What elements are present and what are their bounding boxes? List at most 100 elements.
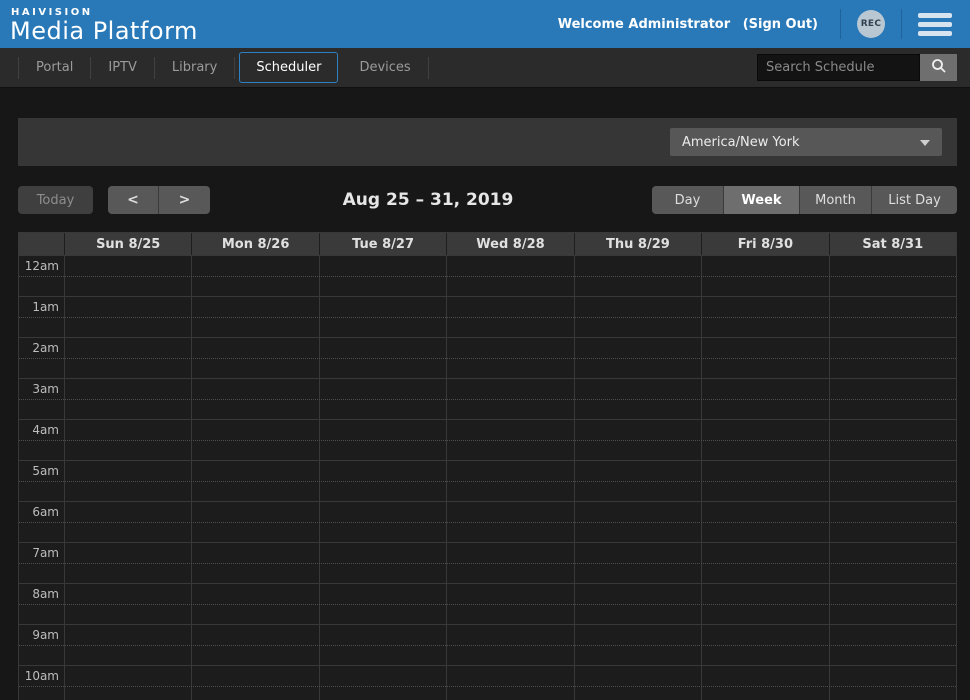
hamburger-menu-icon[interactable] xyxy=(918,13,952,36)
calendar-slot[interactable] xyxy=(319,379,446,419)
calendar-slot[interactable] xyxy=(701,502,828,542)
hour-row: 5am xyxy=(19,460,956,501)
calendar-slot[interactable] xyxy=(64,420,191,460)
calendar-slot[interactable] xyxy=(191,625,318,665)
calendar-slot[interactable] xyxy=(574,584,701,624)
calendar-slot[interactable] xyxy=(829,666,956,700)
calendar-slot[interactable] xyxy=(319,666,446,700)
tab-devices[interactable]: Devices xyxy=(342,52,427,83)
calendar-slot[interactable] xyxy=(64,625,191,665)
calendar-slot[interactable] xyxy=(191,543,318,583)
time-label: 12am xyxy=(19,256,64,296)
calendar-slot[interactable] xyxy=(701,420,828,460)
time-label: 9am xyxy=(19,625,64,665)
calendar-slot[interactable] xyxy=(64,666,191,700)
calendar-slot[interactable] xyxy=(829,461,956,501)
calendar-slot[interactable] xyxy=(829,543,956,583)
calendar-slot[interactable] xyxy=(319,502,446,542)
tab-portal[interactable]: Portal xyxy=(19,52,90,83)
view-listday-button[interactable]: List Day xyxy=(872,186,957,214)
calendar-slot[interactable] xyxy=(319,420,446,460)
tab-scheduler[interactable]: Scheduler xyxy=(239,52,338,83)
calendar-slot[interactable] xyxy=(64,338,191,378)
timezone-select[interactable]: America/New York xyxy=(670,128,942,156)
calendar-slot[interactable] xyxy=(446,625,573,665)
rec-badge[interactable]: REC xyxy=(857,10,885,38)
calendar-slot[interactable] xyxy=(701,543,828,583)
calendar-slot[interactable] xyxy=(574,502,701,542)
calendar-slot[interactable] xyxy=(701,379,828,419)
calendar-slot[interactable] xyxy=(446,297,573,337)
calendar-slot[interactable] xyxy=(701,625,828,665)
calendar-slot[interactable] xyxy=(64,584,191,624)
calendar-slot[interactable] xyxy=(319,584,446,624)
calendar-slot[interactable] xyxy=(446,584,573,624)
view-day-button[interactable]: Day xyxy=(652,186,724,214)
calendar-slot[interactable] xyxy=(64,461,191,501)
calendar-slot[interactable] xyxy=(701,584,828,624)
calendar-slot[interactable] xyxy=(319,256,446,296)
calendar-slot[interactable] xyxy=(191,256,318,296)
time-label: 3am xyxy=(19,379,64,419)
search-button[interactable] xyxy=(920,54,957,81)
calendar-slot[interactable] xyxy=(64,502,191,542)
calendar-slot[interactable] xyxy=(191,338,318,378)
calendar-slot[interactable] xyxy=(446,338,573,378)
calendar-slot[interactable] xyxy=(446,502,573,542)
calendar-slot[interactable] xyxy=(829,420,956,460)
prev-button[interactable]: < xyxy=(108,186,159,214)
calendar-slot[interactable] xyxy=(446,666,573,700)
calendar-slot[interactable] xyxy=(319,297,446,337)
calendar-corner-cell xyxy=(19,233,64,255)
calendar-slot[interactable] xyxy=(191,420,318,460)
calendar-slot[interactable] xyxy=(191,461,318,501)
calendar-slot[interactable] xyxy=(319,543,446,583)
calendar-slot[interactable] xyxy=(829,502,956,542)
calendar-slot[interactable] xyxy=(319,625,446,665)
view-month-button[interactable]: Month xyxy=(800,186,872,214)
search-input[interactable] xyxy=(757,54,920,81)
calendar-slot[interactable] xyxy=(64,379,191,419)
calendar-slot[interactable] xyxy=(701,256,828,296)
calendar-slot[interactable] xyxy=(574,461,701,501)
calendar-slot[interactable] xyxy=(574,379,701,419)
tab-iptv[interactable]: IPTV xyxy=(91,52,154,83)
calendar-slot[interactable] xyxy=(446,543,573,583)
calendar-slot[interactable] xyxy=(829,379,956,419)
calendar-slot[interactable] xyxy=(64,297,191,337)
sign-out-link[interactable]: (Sign Out) xyxy=(743,17,818,32)
calendar-slot[interactable] xyxy=(446,379,573,419)
calendar-slot[interactable] xyxy=(829,338,956,378)
view-week-button[interactable]: Week xyxy=(724,186,800,214)
calendar-slot[interactable] xyxy=(319,461,446,501)
calendar-slot[interactable] xyxy=(574,543,701,583)
calendar-slot[interactable] xyxy=(574,420,701,460)
calendar-slot[interactable] xyxy=(191,666,318,700)
calendar-slot[interactable] xyxy=(829,625,956,665)
calendar-slot[interactable] xyxy=(191,297,318,337)
calendar-slot[interactable] xyxy=(446,461,573,501)
calendar-slot[interactable] xyxy=(829,297,956,337)
calendar-slot[interactable] xyxy=(574,338,701,378)
calendar-slot[interactable] xyxy=(64,256,191,296)
calendar-slot[interactable] xyxy=(574,297,701,337)
calendar-slot[interactable] xyxy=(701,461,828,501)
calendar-slot[interactable] xyxy=(191,502,318,542)
calendar-slot[interactable] xyxy=(191,379,318,419)
tab-library[interactable]: Library xyxy=(155,52,234,83)
next-button[interactable]: > xyxy=(159,186,210,214)
calendar-slot[interactable] xyxy=(191,584,318,624)
calendar-slot[interactable] xyxy=(829,256,956,296)
calendar-slot[interactable] xyxy=(701,666,828,700)
calendar-slot[interactable] xyxy=(701,297,828,337)
calendar-slot[interactable] xyxy=(64,543,191,583)
calendar-slot[interactable] xyxy=(829,584,956,624)
calendar-slot[interactable] xyxy=(319,338,446,378)
calendar-slot[interactable] xyxy=(574,625,701,665)
calendar-slot[interactable] xyxy=(446,420,573,460)
calendar-slot[interactable] xyxy=(701,338,828,378)
calendar-slot[interactable] xyxy=(446,256,573,296)
calendar-slot[interactable] xyxy=(574,666,701,700)
today-button[interactable]: Today xyxy=(18,186,93,214)
calendar-slot[interactable] xyxy=(574,256,701,296)
